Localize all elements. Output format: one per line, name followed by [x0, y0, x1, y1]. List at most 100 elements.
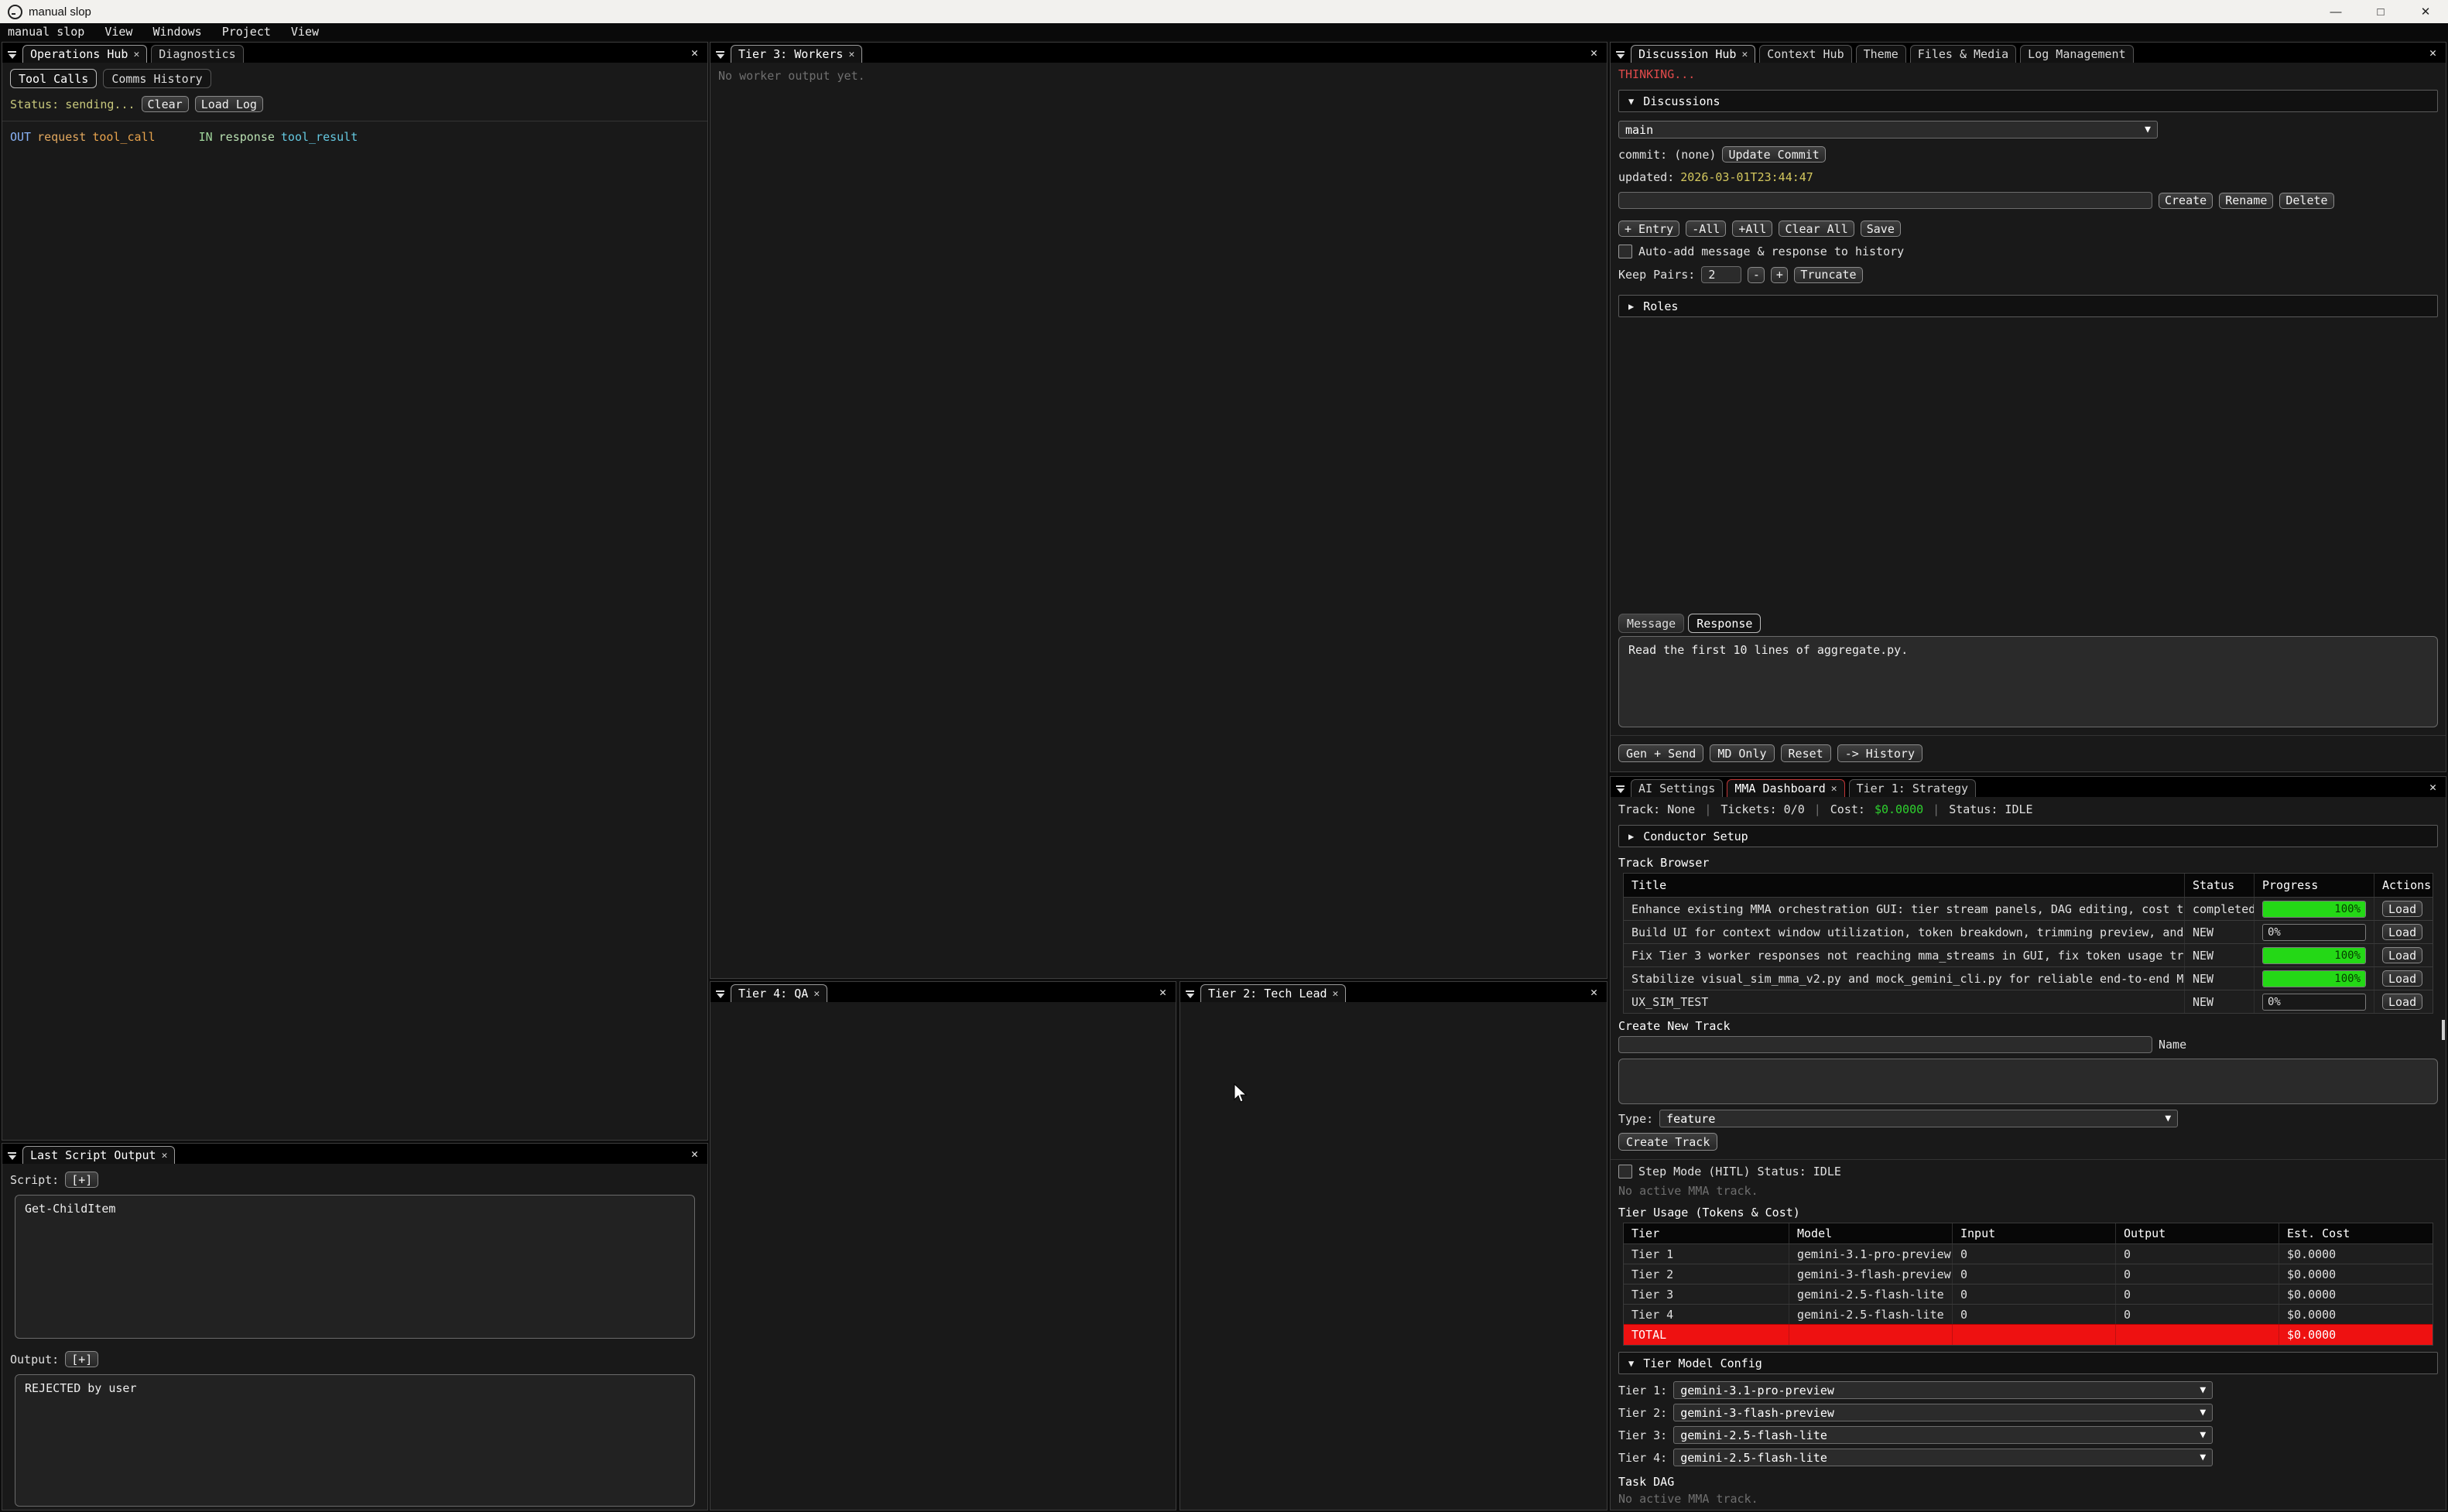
table-row[interactable]: UX_SIM_TEST NEW 0% Load — [1624, 990, 2433, 1013]
menu-item-project[interactable]: Project — [222, 25, 271, 39]
minus-all-button[interactable]: -All — [1686, 221, 1726, 237]
clear-all-button[interactable]: Clear All — [1779, 221, 1854, 237]
panel-close-icon[interactable]: ✕ — [686, 1147, 703, 1161]
maximize-button[interactable]: □ — [2358, 0, 2403, 23]
output-expand-button[interactable]: [+] — [65, 1351, 98, 1367]
tab-context-hub[interactable]: Context Hub — [1759, 45, 1851, 63]
clear-button[interactable]: Clear — [142, 96, 189, 112]
tab-discussion-hub[interactable]: Discussion Hub ✕ — [1631, 45, 1755, 63]
panel-dock-icon[interactable] — [1185, 990, 1195, 998]
load-button[interactable]: Load — [2382, 901, 2422, 917]
panel-dock-icon[interactable] — [1615, 51, 1625, 59]
branch-select[interactable]: main ▼ — [1618, 121, 2158, 139]
load-button[interactable]: Load — [2382, 924, 2422, 940]
tier3-model-label: Tier 3: — [1618, 1428, 1667, 1442]
tab-diagnostics[interactable]: Diagnostics — [151, 45, 243, 63]
add-entry-button[interactable]: + Entry — [1618, 221, 1679, 237]
pairs-increment-button[interactable]: + — [1771, 267, 1788, 283]
tool-call-log-row[interactable]: OUT request tool_call IN response tool_r… — [10, 130, 700, 144]
close-icon[interactable]: ✕ — [813, 988, 820, 1000]
menu-item-view[interactable]: View — [104, 25, 132, 39]
tier1-model-select[interactable]: gemini-3.1-pro-preview ▼ — [1673, 1381, 2213, 1399]
load-button[interactable]: Load — [2382, 994, 2422, 1010]
tier4-model-select[interactable]: gemini-2.5-flash-lite ▼ — [1673, 1449, 2213, 1466]
message-textarea[interactable]: Read the first 10 lines of aggregate.py. — [1618, 636, 2438, 727]
close-icon[interactable]: ✕ — [133, 49, 139, 60]
close-icon[interactable]: ✕ — [1741, 49, 1748, 60]
to-history-button[interactable]: -> History — [1837, 744, 1922, 762]
close-icon[interactable]: ✕ — [848, 49, 854, 60]
tab-ai-settings[interactable]: AI Settings — [1631, 779, 1723, 797]
menu-item-windows[interactable]: Windows — [152, 25, 201, 39]
minimize-button[interactable]: — — [2313, 0, 2358, 23]
track-description-textarea[interactable] — [1618, 1059, 2438, 1104]
tab-message[interactable]: Message — [1618, 614, 1684, 633]
tier2-model-select[interactable]: gemini-3-flash-preview ▼ — [1673, 1404, 2213, 1421]
table-row[interactable]: Fix Tier 3 worker responses not reaching… — [1624, 943, 2433, 966]
menu-item-manual-slop[interactable]: manual slop — [8, 25, 84, 39]
plus-all-button[interactable]: +All — [1732, 221, 1772, 237]
track-type-select[interactable]: feature ▼ — [1659, 1110, 2178, 1127]
tab-theme[interactable]: Theme — [1856, 45, 1906, 63]
load-button[interactable]: Load — [2382, 970, 2422, 987]
tab-files-media[interactable]: Files & Media — [1910, 45, 2016, 63]
subtab-tool-calls[interactable]: Tool Calls — [10, 69, 97, 88]
subtab-comms-history[interactable]: Comms History — [103, 69, 211, 88]
tab-tier1-strategy[interactable]: Tier 1: Strategy — [1849, 779, 1977, 797]
panel-close-icon[interactable]: ✕ — [1155, 985, 1171, 999]
pairs-decrement-button[interactable]: - — [1748, 267, 1765, 283]
reset-button[interactable]: Reset — [1781, 744, 1831, 762]
tab-last-script-output[interactable]: Last Script Output ✕ — [22, 1146, 175, 1164]
close-icon[interactable]: ✕ — [1831, 783, 1837, 795]
keep-pairs-input[interactable]: 2 — [1701, 266, 1741, 283]
track-name-input[interactable] — [1618, 1036, 2152, 1053]
panel-close-icon[interactable]: ✕ — [2425, 780, 2441, 794]
gen-send-button[interactable]: Gen + Send — [1618, 744, 1703, 762]
discussion-name-input[interactable] — [1618, 192, 2152, 209]
discussions-section-header[interactable]: ▼ Discussions — [1618, 90, 2438, 112]
update-commit-button[interactable]: Update Commit — [1722, 146, 1825, 162]
truncate-button[interactable]: Truncate — [1794, 267, 1862, 283]
panel-dock-icon[interactable] — [1615, 785, 1625, 793]
script-expand-button[interactable]: [+] — [65, 1172, 98, 1188]
tab-mma-dashboard[interactable]: MMA Dashboard ✕ — [1727, 779, 1844, 797]
step-mode-checkbox[interactable] — [1618, 1165, 1632, 1178]
tab-tier3-workers[interactable]: Tier 3: Workers ✕ — [731, 45, 862, 63]
create-button[interactable]: Create — [2159, 193, 2213, 209]
load-log-button[interactable]: Load Log — [195, 96, 263, 112]
delete-button[interactable]: Delete — [2279, 193, 2333, 209]
close-icon[interactable]: ✕ — [1333, 988, 1339, 1000]
table-row[interactable]: Enhance existing MMA orchestration GUI: … — [1624, 897, 2433, 920]
create-track-button[interactable]: Create Track — [1618, 1133, 1717, 1151]
table-row[interactable]: Build UI for context window utilization,… — [1624, 920, 2433, 943]
tab-response[interactable]: Response — [1688, 614, 1761, 633]
panel-close-icon[interactable]: ✕ — [1586, 46, 1602, 60]
script-text-box[interactable]: Get-ChildItem — [15, 1195, 695, 1339]
panel-dock-icon[interactable] — [7, 1152, 17, 1160]
output-text-box[interactable]: REJECTED by user — [15, 1374, 695, 1507]
tier-model-config-section-header[interactable]: ▼ Tier Model Config — [1618, 1352, 2438, 1374]
tier3-model-select[interactable]: gemini-2.5-flash-lite ▼ — [1673, 1426, 2213, 1444]
autoadd-checkbox[interactable] — [1618, 245, 1632, 258]
tab-log-management[interactable]: Log Management — [2020, 45, 2133, 63]
tab-tier4-qa[interactable]: Tier 4: QA ✕ — [731, 984, 827, 1002]
save-button[interactable]: Save — [1861, 221, 1901, 237]
panel-close-icon[interactable]: ✕ — [1586, 985, 1602, 999]
roles-section-header[interactable]: ▶ Roles — [1618, 295, 2438, 317]
rename-button[interactable]: Rename — [2219, 193, 2273, 209]
load-button[interactable]: Load — [2382, 947, 2422, 963]
scrollbar-thumb[interactable] — [2442, 1020, 2445, 1040]
md-only-button[interactable]: MD Only — [1710, 744, 1774, 762]
panel-close-icon[interactable]: ✕ — [686, 46, 703, 60]
conductor-setup-section-header[interactable]: ▶ Conductor Setup — [1618, 825, 2438, 847]
panel-dock-icon[interactable] — [715, 990, 725, 998]
panel-close-icon[interactable]: ✕ — [2425, 46, 2441, 60]
panel-dock-icon[interactable] — [7, 51, 17, 59]
tab-tier2-tech-lead[interactable]: Tier 2: Tech Lead ✕ — [1200, 984, 1346, 1002]
menu-item-view2[interactable]: View — [291, 25, 319, 39]
close-icon[interactable]: ✕ — [162, 1150, 168, 1161]
panel-dock-icon[interactable] — [715, 51, 725, 59]
table-row[interactable]: Stabilize visual_sim_mma_v2.py and mock_… — [1624, 966, 2433, 990]
tab-operations-hub[interactable]: Operations Hub ✕ — [22, 45, 147, 63]
close-button[interactable]: ✕ — [2403, 0, 2448, 23]
